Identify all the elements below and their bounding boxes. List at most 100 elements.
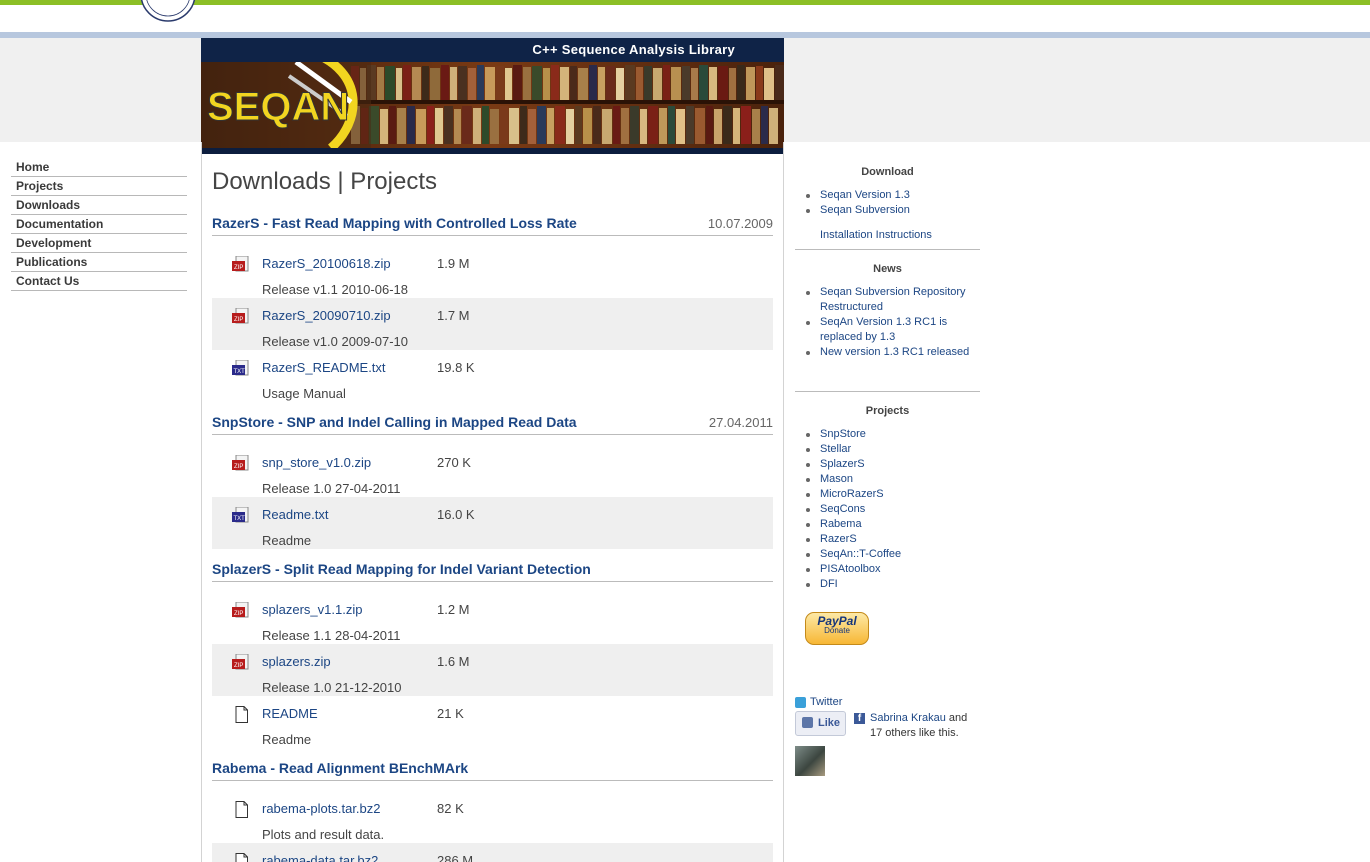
file-link[interactable]: snp_store_v1.0.zip <box>262 455 371 470</box>
nav-item-development[interactable]: Development <box>11 234 187 253</box>
paypal-donate-button[interactable]: PayPal Donate <box>805 612 869 645</box>
list-item[interactable]: Seqan Subversion Repository Restructured <box>795 285 975 315</box>
file-description: Plots and result data. <box>262 827 385 842</box>
section-title-razers[interactable]: RazerS - Fast Read Mapping with Controll… <box>212 215 577 231</box>
section-title-snpstore[interactable]: SnpStore - SNP and Indel Calling in Mapp… <box>212 414 577 430</box>
file-row: ZIP snp_store_v1.0.zip 270 K Release 1.0… <box>212 445 773 497</box>
file-row: ZIP RazerS_20090710.zip 1.7 M Release v1… <box>212 298 773 350</box>
content-right-border <box>783 142 784 862</box>
file-description: Release v1.0 2009-07-10 <box>262 334 408 349</box>
svg-text:ZIP: ZIP <box>234 611 243 617</box>
list-item[interactable]: New version 1.3 RC1 released <box>795 345 975 360</box>
section-title-rabema[interactable]: Rabema - Read Alignment BEnchMArk <box>212 760 468 776</box>
file-link[interactable]: README <box>262 706 318 721</box>
file-size: 82 K <box>437 801 464 816</box>
file-size: 1.7 M <box>437 308 470 323</box>
news-heading: News <box>873 263 902 275</box>
list-item[interactable]: Rabema <box>795 517 980 532</box>
list-item[interactable]: SeqCons <box>795 502 980 517</box>
projects-heading: Projects <box>865 405 910 417</box>
nav-item-projects[interactable]: Projects <box>11 177 187 196</box>
file-description: Usage Manual <box>262 386 346 401</box>
nav-item-contact-us[interactable]: Contact Us <box>11 272 187 291</box>
twitter-link[interactable]: Twitter <box>810 696 842 708</box>
like-summary: Sabrina Krakau and 17 others like this. <box>870 711 980 741</box>
download-list: Seqan Version 1.3 Seqan Subversion <box>795 188 980 218</box>
file-link[interactable]: RazerS_20090710.zip <box>262 308 391 323</box>
section-date: 10.07.2009 <box>707 216 773 231</box>
list-item[interactable]: Seqan Version 1.3 <box>795 188 980 203</box>
file-size: 1.2 M <box>437 602 470 617</box>
svg-text:TXT: TXT <box>234 516 246 522</box>
file-link[interactable]: splazers.zip <box>262 654 331 669</box>
file-description: Release 1.0 27-04-2011 <box>262 481 401 496</box>
file-size: 19.8 K <box>437 360 475 375</box>
list-item[interactable]: Mason <box>795 472 980 487</box>
list-item[interactable]: PISAtoolbox <box>795 562 980 577</box>
file-size: 16.0 K <box>437 507 475 522</box>
file-description: Readme <box>262 732 312 747</box>
svg-text:ZIP: ZIP <box>234 663 243 669</box>
nav-item-downloads[interactable]: Downloads <box>11 196 187 215</box>
banner-tagline-bar: C++ Sequence Analysis Library <box>201 38 784 62</box>
list-item[interactable]: SplazerS <box>795 457 980 472</box>
file-row: rabema-data.tar.bz2 286 M <box>212 843 773 862</box>
file-link[interactable]: splazers_v1.1.zip <box>262 602 362 617</box>
svg-text:ZIP: ZIP <box>234 317 243 323</box>
file-link[interactable]: rabema-plots.tar.bz2 <box>262 801 381 816</box>
list-item[interactable]: SnpStore <box>795 427 980 442</box>
facebook-like-button[interactable]: Like <box>795 711 846 736</box>
file-size: 1.6 M <box>437 654 470 669</box>
file-description: Readme <box>262 533 312 548</box>
file-description: Release v1.1 2010-06-18 <box>262 282 408 297</box>
txt-icon: TXT <box>232 507 249 523</box>
twitter-icon <box>795 697 806 708</box>
zip-icon: ZIP <box>232 455 249 471</box>
library-banner-image: SEQAN <box>201 62 784 148</box>
list-item[interactable]: SeqAn Version 1.3 RC1 is replaced by 1.3 <box>795 315 975 345</box>
list-item[interactable]: MicroRazerS <box>795 487 980 502</box>
svg-text:ZIP: ZIP <box>234 464 243 470</box>
file-link[interactable]: rabema-data.tar.bz2 <box>262 853 378 862</box>
nav-item-publications[interactable]: Publications <box>11 253 187 272</box>
banner-bottom-bar <box>201 148 784 154</box>
section-header: SnpStore - SNP and Indel Calling in Mapp… <box>212 414 773 435</box>
file-icon <box>235 853 248 862</box>
logo-text: SEQAN <box>207 85 349 129</box>
liker-name-link[interactable]: Sabrina Krakau <box>870 712 946 724</box>
zip-icon: ZIP <box>232 256 249 272</box>
file-row: TXT RazerS_README.txt 19.8 K Usage Manua… <box>212 350 773 402</box>
file-description: Release 1.0 21-12-2010 <box>262 680 402 695</box>
file-row: ZIP RazerS_20100618.zip 1.9 M Release v1… <box>212 246 773 298</box>
file-size: 270 K <box>437 455 471 470</box>
file-link[interactable]: RazerS_20100618.zip <box>262 256 391 271</box>
list-item[interactable]: RazerS <box>795 532 980 547</box>
file-size: 21 K <box>437 706 464 721</box>
file-row: ZIP splazers_v1.1.zip 1.2 M Release 1.1 … <box>212 592 773 644</box>
list-item[interactable]: Stellar <box>795 442 980 457</box>
nav-item-home[interactable]: Home <box>11 158 187 177</box>
list-item[interactable]: SeqAn::T-Coffee <box>795 547 980 562</box>
installation-instructions-link[interactable]: Installation Instructions <box>820 229 932 241</box>
file-size: 1.9 M <box>437 256 470 271</box>
file-icon <box>235 706 248 723</box>
file-link[interactable]: RazerS_README.txt <box>262 360 386 375</box>
site-tagline: C++ Sequence Analysis Library <box>532 42 735 57</box>
donate-label: Donate <box>824 626 850 635</box>
avatar[interactable] <box>795 746 825 776</box>
list-item[interactable]: DFI <box>795 577 980 592</box>
section-date: 27.04.2011 <box>708 415 773 430</box>
file-row: TXT Readme.txt 16.0 K Readme <box>212 497 773 549</box>
zip-icon: ZIP <box>232 654 249 670</box>
site-banner[interactable]: C++ Sequence Analysis Library SEQAN <box>201 38 784 154</box>
nav-item-documentation[interactable]: Documentation <box>11 215 187 234</box>
content-left-border <box>201 142 202 862</box>
file-link[interactable]: Readme.txt <box>262 507 328 522</box>
list-item[interactable]: Seqan Subversion <box>795 203 980 218</box>
news-list: Seqan Subversion Repository Restructured… <box>795 285 975 360</box>
thumbs-up-icon <box>802 717 813 728</box>
zip-icon: ZIP <box>232 308 249 324</box>
facebook-icon: f <box>854 713 865 724</box>
divider <box>795 249 980 250</box>
section-title-splazers[interactable]: SplazerS - Split Read Mapping for Indel … <box>212 561 591 577</box>
